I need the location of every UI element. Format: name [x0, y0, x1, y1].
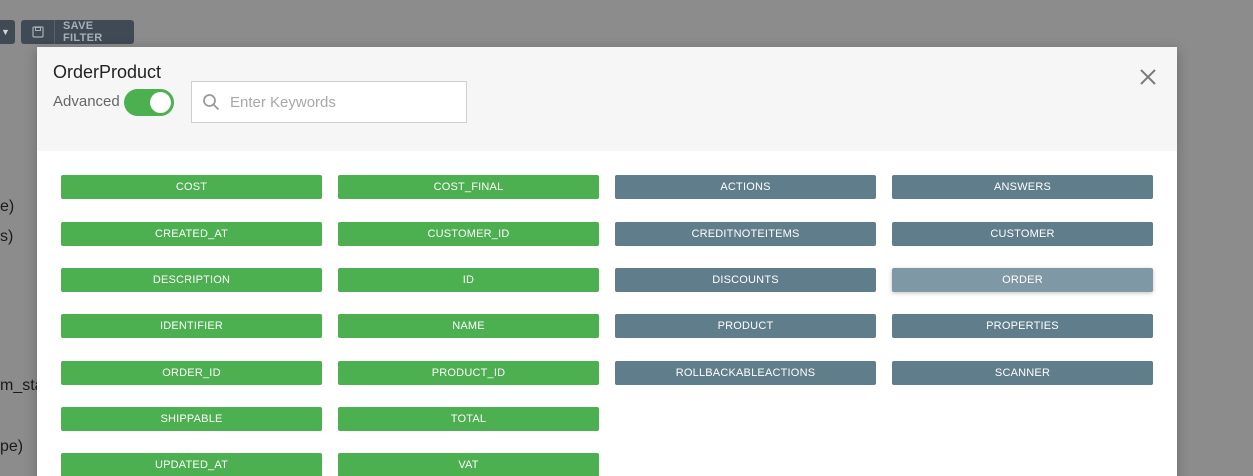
field-button-properties[interactable]: PROPERTIES	[892, 314, 1153, 338]
field-button-creditnoteitems[interactable]: CREDITNOTEITEMS	[615, 222, 876, 246]
advanced-toggle[interactable]	[124, 89, 174, 116]
advanced-label: Advanced	[53, 93, 120, 110]
save-filter-button: SAVE FILTER	[21, 20, 134, 44]
field-button-product[interactable]: PRODUCT	[615, 314, 876, 338]
save-icon	[21, 20, 55, 44]
field-button-scanner[interactable]: SCANNER	[892, 361, 1153, 385]
search-field[interactable]	[191, 81, 467, 123]
field-button-discounts[interactable]: DISCOUNTS	[615, 268, 876, 292]
close-icon[interactable]	[1138, 67, 1158, 87]
field-button-vat[interactable]: VAT	[338, 453, 599, 476]
field-button-total[interactable]: TOTAL	[338, 407, 599, 431]
field-button-id[interactable]: ID	[338, 268, 599, 292]
field-picker-modal: OrderProduct Advanced COST CREATED_AT DESC…	[37, 47, 1177, 476]
field-button-name[interactable]: NAME	[338, 314, 599, 338]
field-button-order-id[interactable]: ORDER_ID	[61, 361, 322, 385]
field-button-rollbackableactions[interactable]: ROLLBACKABLEACTIONS	[615, 361, 876, 385]
field-button-cost[interactable]: COST	[61, 175, 322, 199]
field-button-answers[interactable]: ANSWERS	[892, 175, 1153, 199]
field-button-product-id[interactable]: PRODUCT_ID	[338, 361, 599, 385]
caret-down-icon: ▼	[1, 27, 10, 37]
modal-body: COST CREATED_AT DESCRIPTION IDENTIFIER ORDER…	[37, 151, 1177, 476]
search-input[interactable]	[230, 93, 460, 111]
field-button-identifier[interactable]: IDENTIFIER	[61, 314, 322, 338]
background-text-fragment: e)	[0, 198, 15, 215]
toggle-knob	[150, 92, 171, 113]
modal-header: OrderProduct Advanced	[37, 47, 1177, 151]
field-button-customer[interactable]: CUSTOMER	[892, 222, 1153, 246]
field-button-shippable[interactable]: SHIPPABLE	[61, 407, 322, 431]
field-button-order[interactable]: ORDER	[892, 268, 1153, 292]
field-button-created-at[interactable]: CREATED_AT	[61, 222, 322, 246]
field-button-customer-id[interactable]: CUSTOMER_ID	[338, 222, 599, 246]
field-button-actions[interactable]: ACTIONS	[615, 175, 876, 199]
background-dropdown-toggle: ▼	[0, 20, 15, 44]
background-text-fragment: pe)	[0, 438, 24, 455]
search-icon	[192, 82, 230, 122]
field-button-updated-at[interactable]: UPDATED_AT	[61, 453, 322, 476]
field-button-cost-final[interactable]: COST_FINAL	[338, 175, 599, 199]
save-filter-label: SAVE FILTER	[63, 20, 103, 44]
field-button-description[interactable]: DESCRIPTION	[61, 268, 322, 292]
background-text-fragment: s)	[0, 228, 14, 245]
modal-title: OrderProduct	[53, 62, 162, 82]
